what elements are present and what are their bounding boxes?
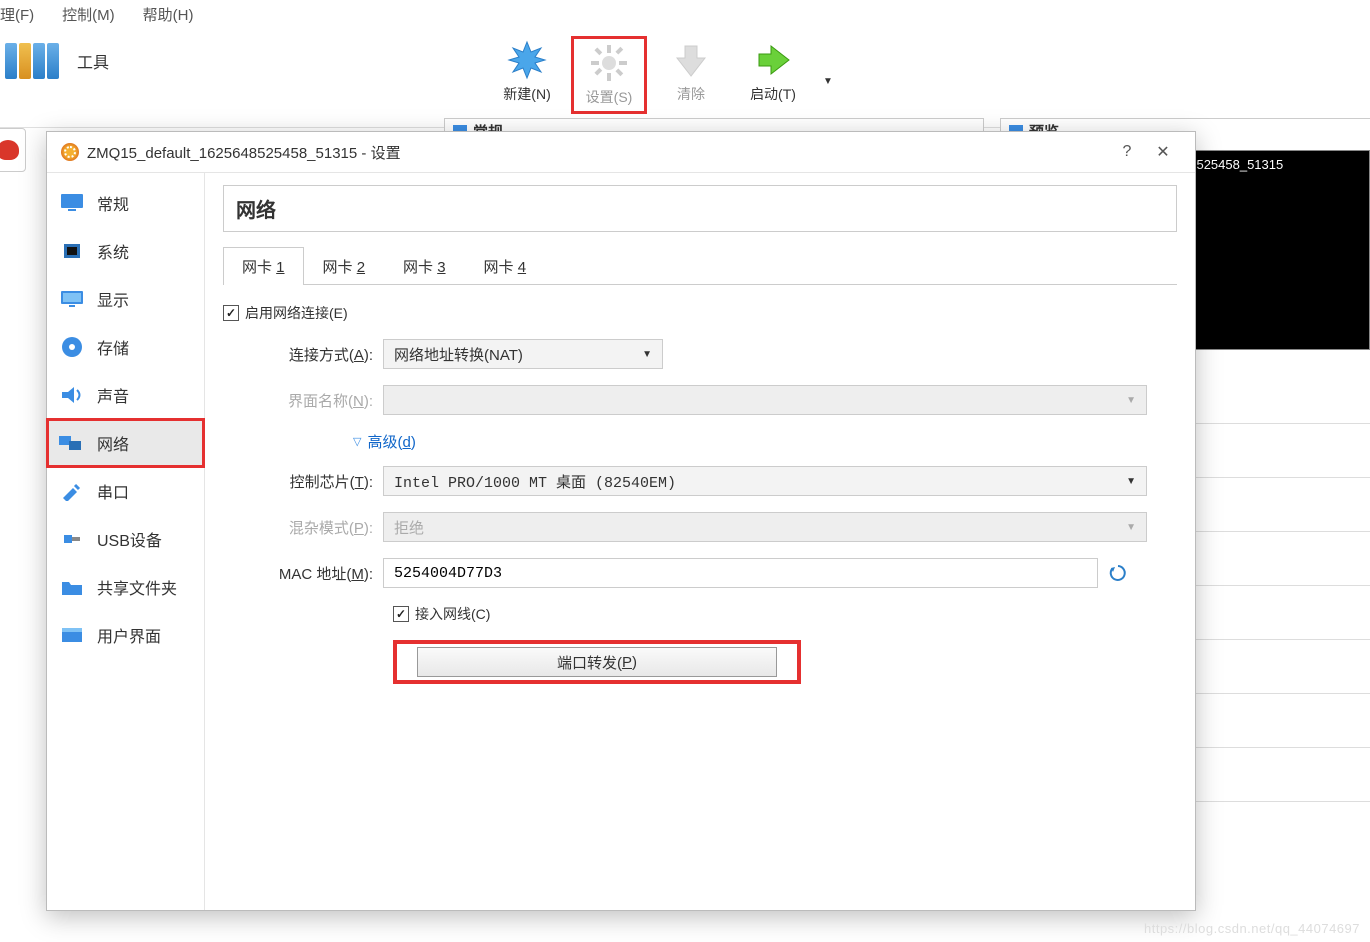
attach-label: 连接方式(A):	[223, 344, 383, 365]
menubar: 理(F) 控制(M) 帮助(H)	[0, 0, 1370, 28]
attach-value: 网络地址转换(NAT)	[394, 344, 523, 365]
refresh-icon	[1108, 563, 1128, 583]
app-icon	[61, 143, 79, 161]
adapter-label: 控制芯片(T):	[223, 471, 383, 492]
enable-network-checkbox[interactable]	[223, 305, 239, 321]
plug-icon	[59, 480, 85, 502]
chip-icon	[59, 240, 85, 262]
sidebar-item-label: 串口	[97, 479, 129, 503]
sidebar-item-serial[interactable]: 串口	[47, 467, 204, 515]
right-dividers	[1195, 370, 1370, 802]
close-button[interactable]: ✕	[1145, 142, 1181, 162]
sidebar-item-label: 存储	[97, 335, 129, 359]
preview-text: 48525458_51315	[1182, 157, 1283, 172]
tab-nic1[interactable]: 网卡 1	[223, 247, 304, 285]
tab-nic4[interactable]: 网卡 4	[465, 247, 546, 285]
adapter-value: Intel PRO/1000 MT 桌面 (82540EM)	[394, 471, 676, 492]
menu-manage[interactable]: 理(F)	[0, 4, 34, 25]
cable-label: 接入网线(C)	[415, 604, 490, 624]
attach-combo[interactable]: 网络地址转换(NAT) ▼	[383, 339, 663, 369]
network-icon	[59, 432, 85, 454]
dialog-title: ZMQ15_default_1625648525458_51315 - 设置	[87, 142, 401, 163]
settings-dialog: ZMQ15_default_1625648525458_51315 - 设置 ?…	[46, 131, 1196, 911]
gear-icon	[589, 43, 629, 83]
port-forwarding-button[interactable]: 端口转发(P)	[417, 647, 777, 677]
redhat-icon	[0, 140, 19, 160]
sidebar: 常规 系统 显示 存储 声音 网络	[47, 173, 205, 910]
speaker-icon	[59, 384, 85, 406]
new-button[interactable]: 新建(N)	[489, 36, 565, 108]
tools-icon	[5, 43, 59, 79]
disk-icon	[59, 336, 85, 358]
enable-network-label: 启用网络连接(E)	[245, 303, 348, 323]
arrow-right-icon	[753, 40, 793, 80]
usb-icon	[59, 528, 85, 550]
sidebar-item-label: 网络	[97, 431, 129, 455]
clear-button[interactable]: 清除	[653, 36, 729, 108]
sidebar-item-label: 系统	[97, 239, 129, 263]
main-toolbar: 新建(N) 设置(S) 清除 启动(T) ▼	[489, 28, 833, 114]
vm-chip[interactable]: 64	[0, 128, 26, 172]
tab-nic3[interactable]: 网卡 3	[384, 247, 465, 285]
sidebar-item-label: 用户界面	[97, 623, 161, 647]
tools-group: 工具	[0, 28, 109, 79]
start-dropdown[interactable]: ▼	[823, 76, 833, 87]
sidebar-item-system[interactable]: 系统	[47, 227, 204, 275]
starburst-icon	[507, 40, 547, 80]
folder-icon	[59, 576, 85, 598]
new-label: 新建(N)	[491, 84, 563, 104]
arrow-down-icon	[671, 40, 711, 80]
section-header: 网络	[223, 185, 1177, 232]
window-icon	[59, 624, 85, 646]
clear-label: 清除	[655, 84, 727, 104]
sidebar-item-label: 声音	[97, 383, 129, 407]
display-icon	[59, 288, 85, 310]
sidebar-item-label: 常规	[97, 191, 129, 215]
preview-panel: 48525458_51315	[1175, 150, 1370, 350]
advanced-expander[interactable]: ▽ 高级(d)	[353, 431, 1177, 452]
chevron-down-icon: ▼	[1126, 522, 1136, 533]
sidebar-item-ui[interactable]: 用户界面	[47, 611, 204, 659]
promisc-value: 拒绝	[394, 517, 424, 538]
start-label: 启动(T)	[737, 84, 809, 104]
menu-help[interactable]: 帮助(H)	[143, 4, 194, 25]
sidebar-item-storage[interactable]: 存储	[47, 323, 204, 371]
chevron-down-icon: ▼	[1126, 476, 1136, 487]
sidebar-item-label: 共享文件夹	[97, 575, 177, 599]
help-button[interactable]: ?	[1109, 143, 1145, 161]
content-panel: 网络 网卡 1 网卡 2 网卡 3 网卡 4 启用网络连接(E) 连接方式(A)…	[205, 173, 1195, 910]
refresh-mac-button[interactable]	[1106, 561, 1130, 585]
chevron-down-icon: ▼	[1126, 395, 1136, 406]
tools-label: 工具	[77, 49, 109, 73]
ifname-label: 界面名称(N):	[223, 390, 383, 411]
cable-checkbox[interactable]	[393, 606, 409, 622]
sidebar-item-general[interactable]: 常规	[47, 179, 204, 227]
portfwd-highlight: 端口转发(P)	[393, 640, 801, 684]
sidebar-item-label: 显示	[97, 287, 129, 311]
mac-label: MAC 地址(M):	[223, 563, 383, 584]
nic-tabs: 网卡 1 网卡 2 网卡 3 网卡 4	[223, 246, 1177, 285]
sidebar-item-audio[interactable]: 声音	[47, 371, 204, 419]
mac-input[interactable]	[383, 558, 1098, 588]
sidebar-item-network[interactable]: 网络	[47, 419, 204, 467]
start-button[interactable]: 启动(T)	[735, 36, 811, 108]
promisc-combo: 拒绝 ▼	[383, 512, 1147, 542]
settings-label: 设置(S)	[576, 87, 642, 107]
sidebar-item-display[interactable]: 显示	[47, 275, 204, 323]
ifname-combo: ▼	[383, 385, 1147, 415]
sidebar-item-label: USB设备	[97, 527, 162, 551]
sidebar-item-usb[interactable]: USB设备	[47, 515, 204, 563]
tab-nic2[interactable]: 网卡 2	[304, 247, 385, 285]
sidebar-item-shared[interactable]: 共享文件夹	[47, 563, 204, 611]
toolbar: 工具 新建(N) 设置(S) 清除 启动(T) ▼	[0, 28, 1370, 128]
promisc-label: 混杂模式(P):	[223, 517, 383, 538]
adapter-combo[interactable]: Intel PRO/1000 MT 桌面 (82540EM) ▼	[383, 466, 1147, 496]
menu-control[interactable]: 控制(M)	[62, 4, 115, 25]
settings-button[interactable]: 设置(S)	[571, 36, 647, 114]
titlebar: ZMQ15_default_1625648525458_51315 - 设置 ?…	[47, 132, 1195, 172]
monitor-icon	[59, 192, 85, 214]
chevron-down-icon: ▼	[642, 349, 652, 360]
triangle-down-icon: ▽	[353, 435, 361, 448]
watermark: https://blog.csdn.net/qq_44074697	[1144, 921, 1360, 936]
